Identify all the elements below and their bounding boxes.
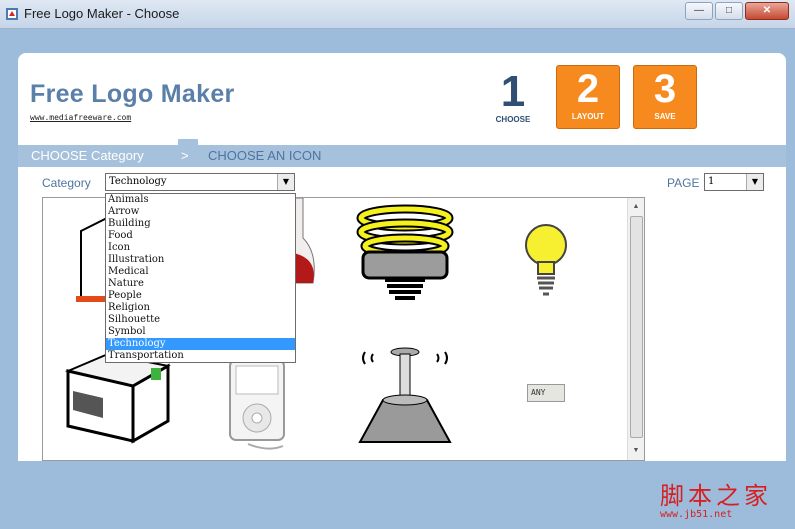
category-value: Technology [109,176,167,187]
app-icon [6,8,18,20]
category-option[interactable]: Animals [106,194,295,206]
category-option-selected[interactable]: Technology [106,338,295,350]
category-option[interactable]: Food [106,230,295,242]
category-option[interactable]: Icon [106,242,295,254]
category-label: Category [42,176,91,190]
window-title: Free Logo Maker - Choose [24,6,180,21]
step-nav-bar: CHOOSE Category > CHOOSE AN ICON [18,139,786,167]
category-dropdown-list: Animals Arrow Building Food Icon Illustr… [105,193,296,363]
page-label: PAGE [667,176,700,190]
app-name: Free Logo Maker [30,80,235,108]
scroll-thumb[interactable] [630,216,643,438]
category-option[interactable]: Silhouette [106,314,295,326]
ipod-icon[interactable] [228,358,288,453]
close-button[interactable]: ✕ [745,2,789,20]
step-number: 2 [576,67,600,111]
category-select[interactable]: Technology ▼ [105,173,295,191]
light-bulb-icon[interactable] [521,220,571,305]
scroll-down-icon[interactable]: ▼ [628,444,644,458]
category-option[interactable]: Building [106,218,295,230]
chevron-down-icon[interactable]: ▼ [746,174,763,190]
website-link[interactable]: www.mediafreeware.com [30,113,131,122]
step-label: LAYOUT [571,112,605,121]
watermark-text: 脚本之家 [660,482,772,510]
step-layout-button[interactable]: 2 LAYOUT [556,65,620,129]
title-bar: Free Logo Maker - Choose — □ ✕ [0,0,795,29]
step-number: 3 [653,67,677,111]
step-number: 1 [500,67,526,116]
maximize-button[interactable]: □ [715,2,743,20]
scroll-up-icon[interactable]: ▲ [628,200,644,214]
page-select[interactable]: 1 ▼ [704,173,764,191]
step-save-button[interactable]: 3 SAVE [633,65,697,129]
step-label: CHOOSE [495,115,531,124]
any-key-label: ANY [531,388,546,397]
category-option[interactable]: Medical [106,266,295,278]
category-option[interactable]: Illustration [106,254,295,266]
nav-choose-category[interactable]: CHOOSE Category [18,145,178,167]
any-key-icon[interactable]: ANY [527,384,565,402]
category-option[interactable]: Nature [106,278,295,290]
nav-separator: > [181,148,189,163]
cfl-bulb-icon[interactable] [355,204,455,304]
watermark: 脚本之家 www.jb51.net [660,476,772,520]
chevron-down-icon[interactable]: ▼ [277,174,294,190]
joystick-icon[interactable] [355,342,455,447]
page-value: 1 [708,176,715,187]
category-option[interactable]: Arrow [106,206,295,218]
category-option[interactable]: People [106,290,295,302]
category-option[interactable]: Transportation [106,350,295,362]
step-choose[interactable]: 1 CHOOSE [488,67,538,125]
step-label: SAVE [654,112,676,121]
nav-choose-icon[interactable]: CHOOSE AN ICON [208,145,321,167]
category-option[interactable]: Religion [106,302,295,314]
minimize-button[interactable]: — [685,2,713,20]
category-option[interactable]: Symbol [106,326,295,338]
gallery-scrollbar[interactable]: ▲ ▼ [627,198,644,460]
